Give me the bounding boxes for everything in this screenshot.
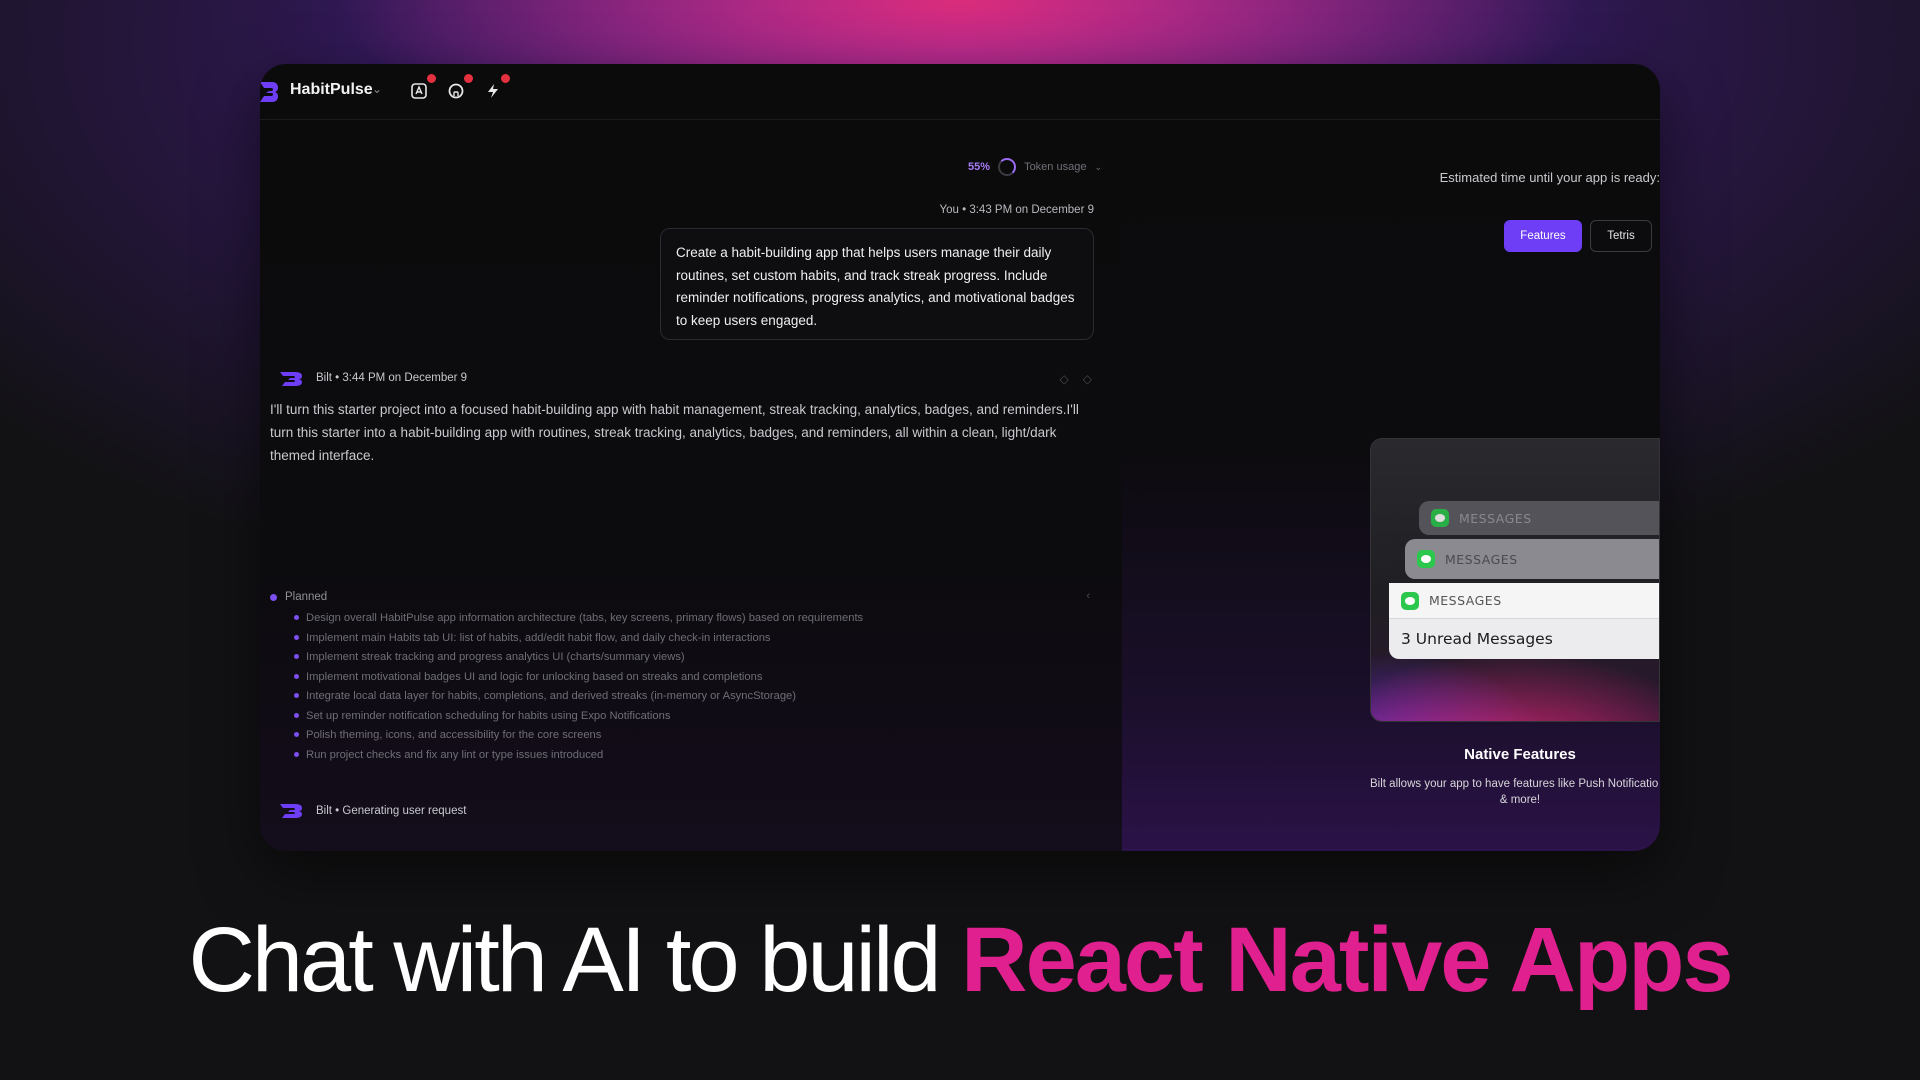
token-usage[interactable]: 55% Token usage ⌄ xyxy=(968,158,1102,176)
headline-accent: React Native Apps xyxy=(961,909,1733,1011)
status-dot-icon xyxy=(270,593,277,601)
notification-header: MESSAGES xyxy=(1389,583,1659,619)
token-usage-label: Token usage xyxy=(1024,161,1087,173)
appstore-icon[interactable] xyxy=(408,74,436,102)
thumbs-down-icon[interactable]: ◇ xyxy=(1083,372,1092,386)
notification-card: MESSAGES xyxy=(1419,501,1659,535)
planned-header[interactable]: Planned xyxy=(270,591,327,603)
planned-label: Planned xyxy=(285,591,328,603)
bolt-icon[interactable] xyxy=(482,74,510,102)
feature-description-continued: & more! xyxy=(1499,794,1541,806)
planned-list: Design overall HabitPulse app informatio… xyxy=(294,612,1054,768)
notification-dot xyxy=(427,74,436,83)
chevron-down-icon[interactable]: ⌄ xyxy=(372,82,382,96)
notification-card-front: MESSAGES 3 Unread Messages xyxy=(1389,583,1659,659)
token-percent: 55% xyxy=(968,161,991,173)
plan-item: Implement streak tracking and progress a… xyxy=(294,651,1054,671)
user-message-bubble: Create a habit-building app that helps u… xyxy=(660,228,1094,340)
notification-body-wrap: 3 Unread Messages xyxy=(1401,619,1553,659)
messages-icon xyxy=(1431,509,1449,527)
notification-card: MESSAGES xyxy=(1405,539,1659,579)
bilt-avatar-icon xyxy=(280,372,302,386)
notification-app-label: MESSAGES xyxy=(1445,551,1518,567)
plan-item: Implement main Habits tab UI: list of ha… xyxy=(294,632,1054,652)
notification-app-label: MESSAGES xyxy=(1429,593,1502,608)
project-name[interactable]: HabitPulse xyxy=(290,81,373,99)
user-message-meta: You • 3:43 PM on December 9 xyxy=(939,204,1094,216)
messages-icon xyxy=(1417,550,1435,568)
plan-item: Run project checks and fix any lint or t… xyxy=(294,749,1054,769)
headline-plain: Chat with AI to build xyxy=(188,909,962,1011)
tab-tetris[interactable]: Tetris xyxy=(1590,220,1652,252)
messages-icon xyxy=(1401,591,1419,610)
notification-app-label: MESSAGES xyxy=(1459,510,1532,526)
feature-preview-card: MESSAGES MESSAGES MESSAGES 3 Unread Mess… xyxy=(1370,438,1660,722)
feature-description: Bilt allows your app to have features li… xyxy=(1370,778,1659,790)
chevron-left-icon[interactable]: ‹ xyxy=(1086,590,1090,602)
notification-dot xyxy=(501,74,510,83)
feature-title: Native Features xyxy=(1464,746,1576,763)
bot-message-meta: Bilt • 3:44 PM on December 9 xyxy=(316,372,468,384)
estimate-text: Estimated time until your app is ready: xyxy=(1439,170,1660,185)
bot-message-text: I'll turn this starter project into a fo… xyxy=(270,402,1079,463)
notification-dot xyxy=(464,74,473,83)
notification-body: 3 Unread Messages xyxy=(1401,630,1553,648)
generating-status: Bilt • Generating user request xyxy=(316,805,467,817)
marketing-headline: Chat with AI to build React Native Apps xyxy=(0,908,1920,1013)
tab-features[interactable]: Features xyxy=(1504,220,1582,252)
plan-item: Set up reminder notification scheduling … xyxy=(294,710,1054,730)
bilt-logo-icon xyxy=(260,82,278,102)
token-progress-ring-icon xyxy=(998,158,1017,176)
bilt-avatar-icon xyxy=(280,804,302,818)
message-actions: ◇ ◇ xyxy=(1060,372,1092,386)
top-bar: HabitPulse ⌄ xyxy=(260,64,1660,120)
chevron-down-icon[interactable]: ⌄ xyxy=(1094,162,1102,173)
plan-item: Design overall HabitPulse app informatio… xyxy=(294,612,1054,632)
plan-item: Implement motivational badges UI and log… xyxy=(294,671,1054,691)
github-icon[interactable] xyxy=(445,74,473,102)
plan-item: Polish theming, icons, and accessibility… xyxy=(294,729,1054,749)
chat-panel: 55% Token usage ⌄ You • 3:43 PM on Decem… xyxy=(260,136,1122,851)
plan-item: Integrate local data layer for habits, c… xyxy=(294,690,1054,710)
thumbs-up-icon[interactable]: ◇ xyxy=(1060,372,1069,386)
